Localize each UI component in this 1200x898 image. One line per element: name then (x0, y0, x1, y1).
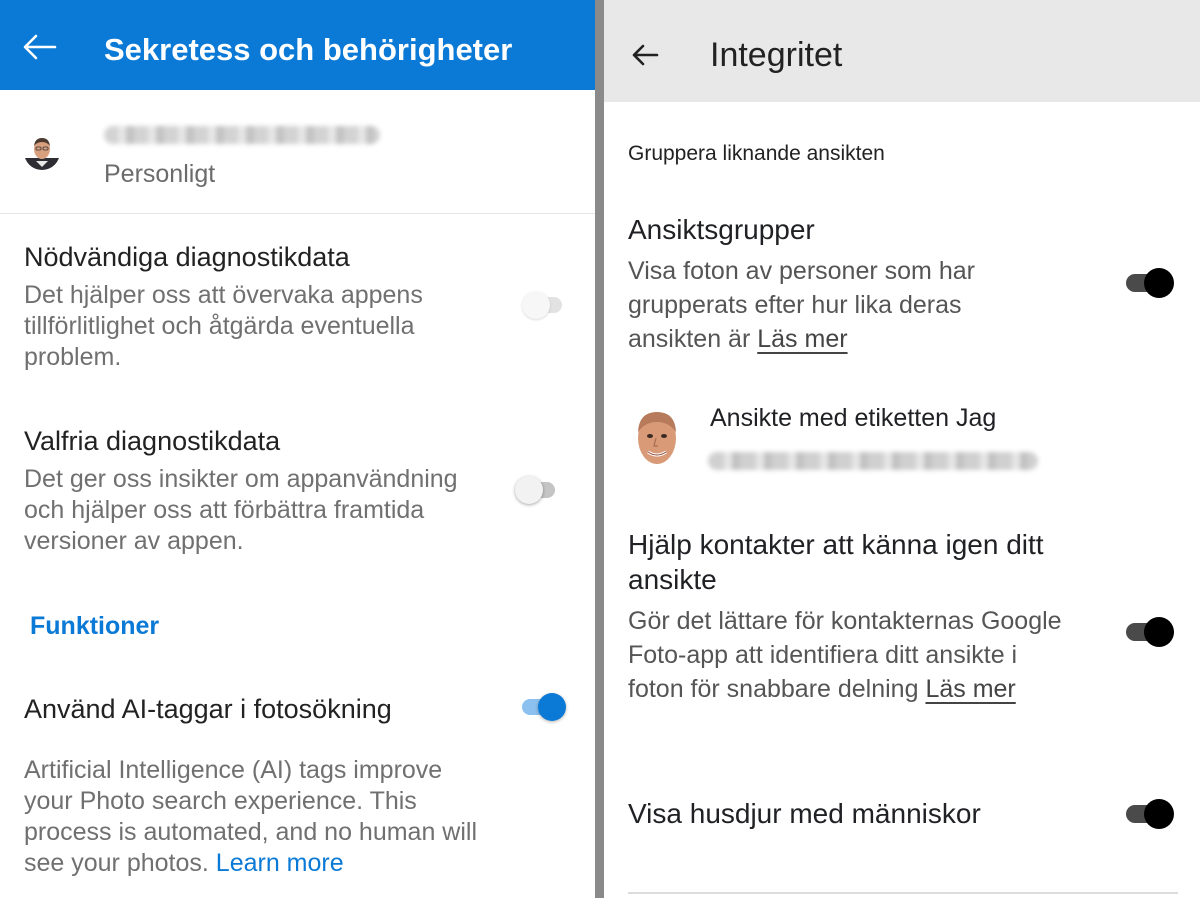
ai-tags-description: Artificial Intelligence (AI) tags improv… (24, 755, 484, 879)
labeled-face-title: Ansikte med etiketten Jag (710, 404, 997, 432)
contacts-recognize-description: Gör det lättare för kontakternas Google … (628, 604, 1078, 706)
learn-more-link[interactable]: Learn more (216, 849, 344, 877)
face-thumbnail[interactable] (636, 408, 678, 468)
face-groups-title: Ansiktsgrupper (628, 214, 815, 245)
left-panel: Sekretess och behörigheter Personligt Nö… (0, 0, 595, 898)
required-diagnostics-title: Nödvändiga diagnostikdata (24, 242, 350, 272)
required-diagnostics-description: Det hjälper oss att övervaka appens till… (24, 281, 423, 371)
optional-diagnostics-title: Valfria diagnostikdata (24, 426, 281, 456)
avatar (24, 134, 60, 170)
contacts-recognize-title: Hjälp kontakter att känna igen ditt ansi… (628, 529, 1044, 595)
face-grouping-section-label: Gruppera liknande ansikten (628, 142, 885, 165)
labeled-face-email-redacted (708, 452, 1038, 470)
read-more-link[interactable]: Läs mer (757, 325, 847, 353)
contacts-recognize-toggle[interactable] (1126, 617, 1174, 647)
right-panel: Integritet Gruppera liknande ansikten An… (604, 0, 1200, 898)
pets-title: Visa husdjur med människor (628, 798, 981, 829)
features-section-label: Funktioner (30, 612, 160, 640)
account-email-redacted (104, 126, 380, 144)
face-groups-description: Visa foton av personer som har grupperat… (628, 254, 1048, 356)
panel-divider (595, 0, 604, 898)
right-app-bar: Integritet (604, 0, 1200, 102)
optional-diagnostics-toggle[interactable] (515, 475, 567, 505)
required-diagnostics-toggle[interactable] (522, 290, 574, 320)
list-divider (628, 892, 1178, 894)
arrow-left-icon[interactable] (630, 42, 660, 68)
pets-toggle[interactable] (1126, 799, 1174, 829)
face-groups-toggle[interactable] (1126, 268, 1174, 298)
ai-tags-toggle[interactable] (522, 692, 568, 722)
account-type-label: Personligt (104, 160, 216, 188)
left-app-bar: Sekretess och behörigheter (0, 0, 595, 90)
page-title: Integritet (710, 36, 843, 74)
arrow-left-icon[interactable] (22, 34, 58, 60)
page-title: Sekretess och behörigheter (104, 32, 513, 67)
account-row: Personligt (0, 90, 595, 214)
ai-tags-title: Använd AI-taggar i fotosökning (24, 694, 392, 724)
optional-diagnostics-description: Det ger oss insikter om appanvändning oc… (24, 465, 458, 555)
read-more-link[interactable]: Läs mer (925, 675, 1015, 703)
